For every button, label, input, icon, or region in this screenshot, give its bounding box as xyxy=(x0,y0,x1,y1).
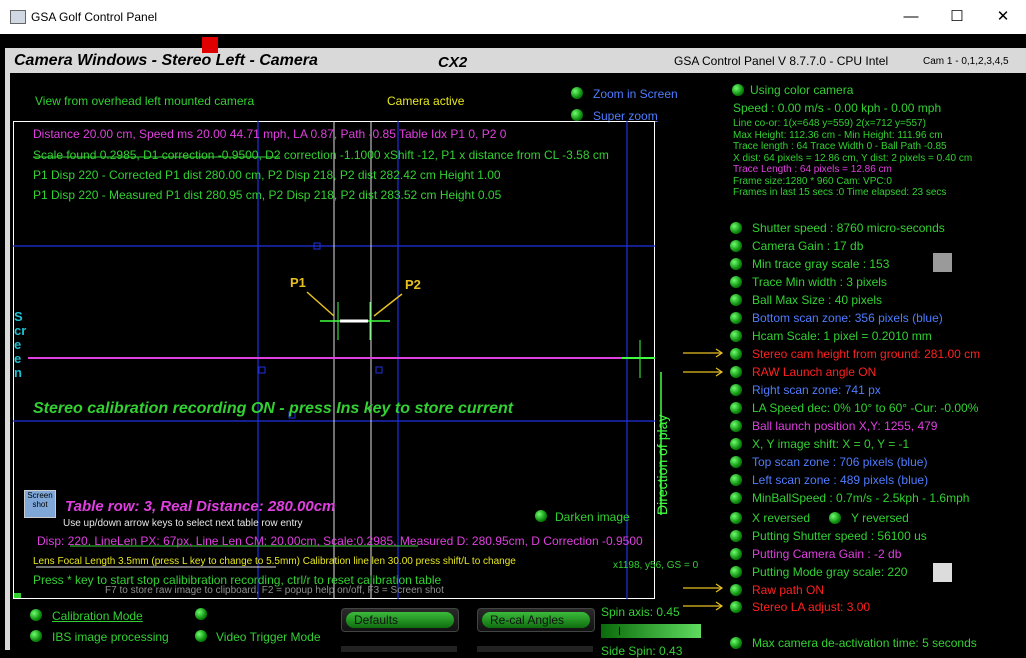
color-camera-led-icon[interactable] xyxy=(732,84,744,96)
direction-of-play-label: Direction of play xyxy=(654,414,670,515)
screenshot-icon[interactable]: Screen shot xyxy=(24,490,56,518)
setting-item[interactable]: Right scan zone: 741 px xyxy=(752,383,881,397)
setting-led-icon[interactable] xyxy=(730,222,742,234)
calibration-mode-led-icon[interactable] xyxy=(30,609,42,621)
setting-led-icon[interactable] xyxy=(730,548,742,560)
table-row-label: Table row: 3, Real Distance: 280.00cm xyxy=(65,498,336,515)
setting-led-icon[interactable] xyxy=(730,456,742,468)
setting-item[interactable]: Hcam Scale: 1 pixel = 0.2010 mm xyxy=(752,329,932,343)
defaults-button-label: Defaults xyxy=(346,612,454,628)
setting-led-icon[interactable] xyxy=(730,402,742,414)
setting-led-icon[interactable] xyxy=(730,294,742,306)
setting-item[interactable]: Top scan zone : 706 pixels (blue) xyxy=(752,455,927,469)
setting-item[interactable]: RAW Launch angle ON xyxy=(752,365,876,379)
setting-led-icon[interactable] xyxy=(730,384,742,396)
stereo-recording-status: Stereo calibration recording ON - press … xyxy=(33,400,514,417)
setting-item[interactable]: Stereo LA adjust: 3.00 xyxy=(752,600,870,614)
info-line: Trace length : 64 Trace Width 0 - Ball P… xyxy=(733,141,947,152)
info-block: Line co-or: 1(x=648 y=559) 2(x=712 y=557… xyxy=(733,118,972,199)
setting-led-icon[interactable] xyxy=(730,601,742,613)
info-line: Max Height: 112.36 cm - Min Height: 111.… xyxy=(733,129,943,141)
table-hint: Use up/down arrow keys to select next ta… xyxy=(63,518,303,529)
speed-readout: Speed : 0.00 m/s - 0.00 kph - 0.00 mph xyxy=(733,101,942,115)
spin-axis-slider-thumb[interactable] xyxy=(619,627,620,635)
setting-item[interactable]: Bottom scan zone: 356 pixels (blue) xyxy=(752,311,943,325)
setting-item[interactable]: LA Speed dec: 0% 10° to 60° -Cur: -0.00% xyxy=(752,401,978,415)
p1-label: P1 xyxy=(290,275,306,290)
setting-item[interactable]: Putting Shutter speed : 56100 us xyxy=(752,529,927,543)
spin-axis-label: Spin axis: 0.45 xyxy=(601,605,680,619)
coords-readout: x1198, y56, GS = 0 xyxy=(613,560,699,571)
extra-led-icon[interactable] xyxy=(195,608,207,620)
corrected-disp-line: P1 Disp 220 - Corrected P1 dist 280.00 c… xyxy=(33,168,501,182)
video-trigger-toggle[interactable]: Video Trigger Mode xyxy=(216,630,321,644)
setting-led-icon[interactable] xyxy=(730,492,742,504)
y-reversed-toggle[interactable]: Y reversed xyxy=(851,511,909,525)
defaults-button[interactable]: Defaults xyxy=(341,608,459,632)
ibs-led-icon[interactable] xyxy=(30,630,42,642)
setting-led-icon[interactable] xyxy=(730,330,742,342)
setting-item[interactable]: Stereo cam height from ground: 281.00 cm xyxy=(752,347,980,361)
info-line: Trace Length : 64 pixels = 12.86 cm xyxy=(733,164,892,175)
setting-led-icon[interactable] xyxy=(730,584,742,596)
setting-item[interactable]: Shutter speed : 8760 micro-seconds xyxy=(752,221,945,235)
extra-button-bottom[interactable] xyxy=(341,646,457,652)
calibration-mode-toggle[interactable]: Calibration Mode xyxy=(52,609,143,623)
p2-label: P2 xyxy=(405,277,421,292)
scale-line: Scale found 0.2985, D1 correction -0.950… xyxy=(33,148,609,162)
setting-led-icon[interactable] xyxy=(730,637,742,649)
recal-angles-button-label: Re-cal Angles xyxy=(482,612,590,628)
setting-item[interactable]: MinBallSpeed : 0.7m/s - 2.5kph - 1.6mph xyxy=(752,491,969,505)
info-line: Line co-or: 1(x=648 y=559) 2(x=712 y=557… xyxy=(733,118,926,129)
setting-led-icon[interactable] xyxy=(730,240,742,252)
recal-angles-button[interactable]: Re-cal Angles xyxy=(477,608,595,632)
info-line: Frame size:1280 * 960 Cam: VPC:0 xyxy=(733,175,892,187)
setting-led-icon[interactable] xyxy=(730,348,742,360)
setting-item[interactable]: Ball Max Size : 40 pixels xyxy=(752,293,882,307)
setting-item[interactable]: X reversed xyxy=(752,511,810,525)
setting-item[interactable]: Camera Gain : 17 db xyxy=(752,239,863,253)
setting-item[interactable]: Trace Min width : 3 pixels xyxy=(752,275,887,289)
info-line: X dist: 64 pixels = 12.86 cm, Y dist: 2 … xyxy=(733,152,973,164)
setting-item[interactable]: Putting Camera Gain : -2 db xyxy=(752,547,901,561)
video-trigger-led-icon[interactable] xyxy=(195,630,207,642)
function-keys-hint: F7 to store raw image to clipboard, F2 =… xyxy=(105,585,444,596)
distance-line: Distance 20.00 cm, Speed ms 20.00 44.71 … xyxy=(33,127,507,141)
side-spin-label: Side Spin: 0.43 xyxy=(601,644,683,658)
screen-vertical-label: Screen xyxy=(14,309,27,380)
y-reversed-led-icon[interactable] xyxy=(829,512,841,524)
measured-disp-line: P1 Disp 220 - Measured P1 dist 280.95 cm… xyxy=(33,188,502,202)
disp-line: Disp: 220, LineLen PX: 67px, Line Len CM… xyxy=(37,534,643,548)
setting-item[interactable]: Ball launch position X,Y: 1255, 479 xyxy=(752,419,937,433)
darken-image-led-icon[interactable] xyxy=(535,510,547,522)
setting-item[interactable]: Min trace gray scale : 153 xyxy=(752,257,889,271)
setting-item[interactable]: Max camera de-activation time: 5 seconds xyxy=(752,636,977,650)
setting-led-icon[interactable] xyxy=(730,566,742,578)
lens-line: Lens Focal Length 3.5mm (press L key to … xyxy=(33,556,516,567)
setting-item[interactable]: X, Y image shift: X = 0, Y = -1 xyxy=(752,437,909,451)
setting-item[interactable]: Left scan zone : 489 pixels (blue) xyxy=(752,473,928,487)
setting-led-icon[interactable] xyxy=(730,512,742,524)
trace-gray-swatch xyxy=(933,253,952,272)
setting-led-icon[interactable] xyxy=(730,366,742,378)
ibs-processing-toggle[interactable]: IBS image processing xyxy=(52,630,169,644)
setting-led-icon[interactable] xyxy=(730,438,742,450)
using-color-camera-label: Using color camera xyxy=(750,83,854,97)
putting-gray-swatch xyxy=(933,563,952,582)
setting-led-icon[interactable] xyxy=(730,474,742,486)
setting-led-icon[interactable] xyxy=(730,258,742,270)
spin-axis-slider[interactable] xyxy=(601,624,701,638)
setting-item[interactable]: Raw path ON xyxy=(752,583,824,597)
setting-item[interactable]: Putting Mode gray scale: 220 xyxy=(752,565,907,579)
setting-led-icon[interactable] xyxy=(730,276,742,288)
extra-button-bottom-2[interactable] xyxy=(477,646,593,652)
setting-led-icon[interactable] xyxy=(730,530,742,542)
darken-image-toggle[interactable]: Darken image xyxy=(555,510,630,524)
info-line: Frames in last 15 secs :0 Time elapsed: … xyxy=(733,187,947,198)
setting-led-icon[interactable] xyxy=(730,420,742,432)
setting-led-icon[interactable] xyxy=(730,312,742,324)
